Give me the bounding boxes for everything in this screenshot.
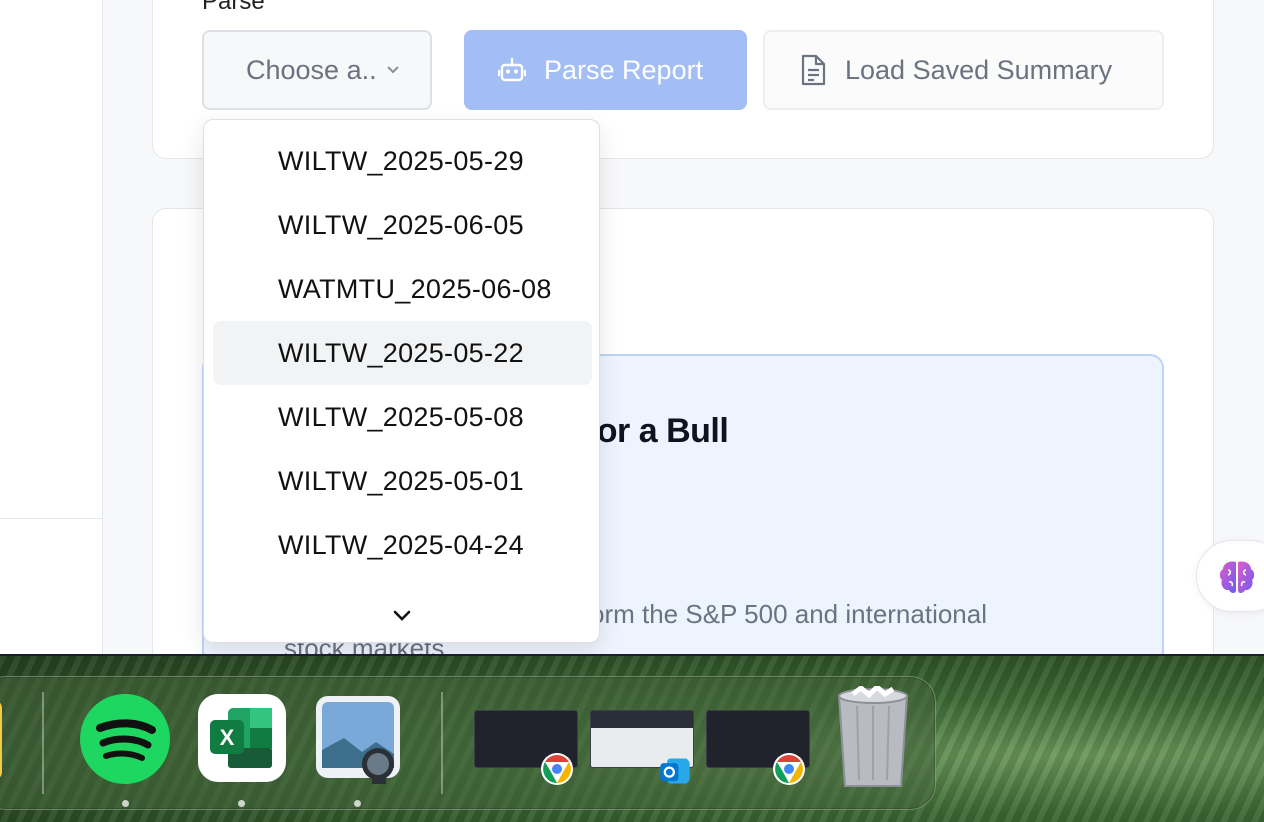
assistant-widget-button[interactable] — [1196, 540, 1264, 612]
load-saved-summary-button[interactable]: Load Saved Summary — [763, 30, 1164, 110]
chevron-down-icon — [391, 604, 413, 626]
outlook-icon — [660, 758, 690, 784]
left-sidebar — [0, 0, 103, 654]
sidebar-divider — [0, 518, 103, 519]
dropdown-option[interactable]: WILTW_2025-05-29 — [213, 129, 592, 193]
minimized-window[interactable] — [474, 710, 578, 785]
document-icon — [799, 54, 827, 86]
minimized-window[interactable] — [590, 710, 694, 784]
chrome-icon — [541, 753, 573, 785]
running-indicator — [238, 800, 245, 807]
dropdown-scroll-down[interactable] — [204, 590, 599, 642]
dropdown-option[interactable]: WILTW_2025-06-05 — [213, 193, 592, 257]
brain-icon — [1217, 558, 1257, 596]
report-dropdown: WILTW_2025-05-29 WILTW_2025-06-05 WATMTU… — [203, 119, 600, 643]
svg-text:X: X — [220, 725, 235, 750]
running-indicator — [354, 800, 361, 807]
trash-icon[interactable] — [833, 683, 913, 790]
chevron-down-icon — [386, 62, 400, 78]
section-label: Parse — [202, 0, 265, 15]
app-window: Parse Choose a.. Parse Report Load Saved… — [0, 0, 1264, 656]
spotify-icon[interactable] — [80, 694, 170, 784]
dropdown-option[interactable]: WILTW_2025-05-01 — [213, 449, 592, 513]
chrome-icon — [773, 753, 805, 785]
dropdown-option[interactable]: WILTW_2025-05-08 — [213, 385, 592, 449]
dock-separator — [42, 692, 44, 794]
dropdown-option[interactable]: WILTW_2025-04-24 — [213, 513, 592, 577]
dock-separator — [441, 692, 443, 794]
excel-icon[interactable]: X — [198, 694, 286, 782]
report-select-placeholder: Choose a.. — [246, 54, 377, 85]
robot-icon — [497, 56, 527, 84]
running-indicator — [122, 800, 129, 807]
preview-icon[interactable] — [314, 694, 404, 786]
load-saved-summary-label: Load Saved Summary — [845, 54, 1113, 85]
report-select[interactable]: Choose a.. — [202, 30, 432, 110]
parse-report-label: Parse Report — [544, 54, 704, 85]
dropdown-option-highlighted[interactable]: WILTW_2025-05-22 — [213, 321, 592, 385]
dock-item-partial[interactable] — [0, 700, 2, 780]
parse-report-button[interactable]: Parse Report — [464, 30, 747, 110]
dropdown-option[interactable]: WATMTU_2025-06-08 — [213, 257, 592, 321]
minimized-window[interactable] — [706, 710, 810, 785]
